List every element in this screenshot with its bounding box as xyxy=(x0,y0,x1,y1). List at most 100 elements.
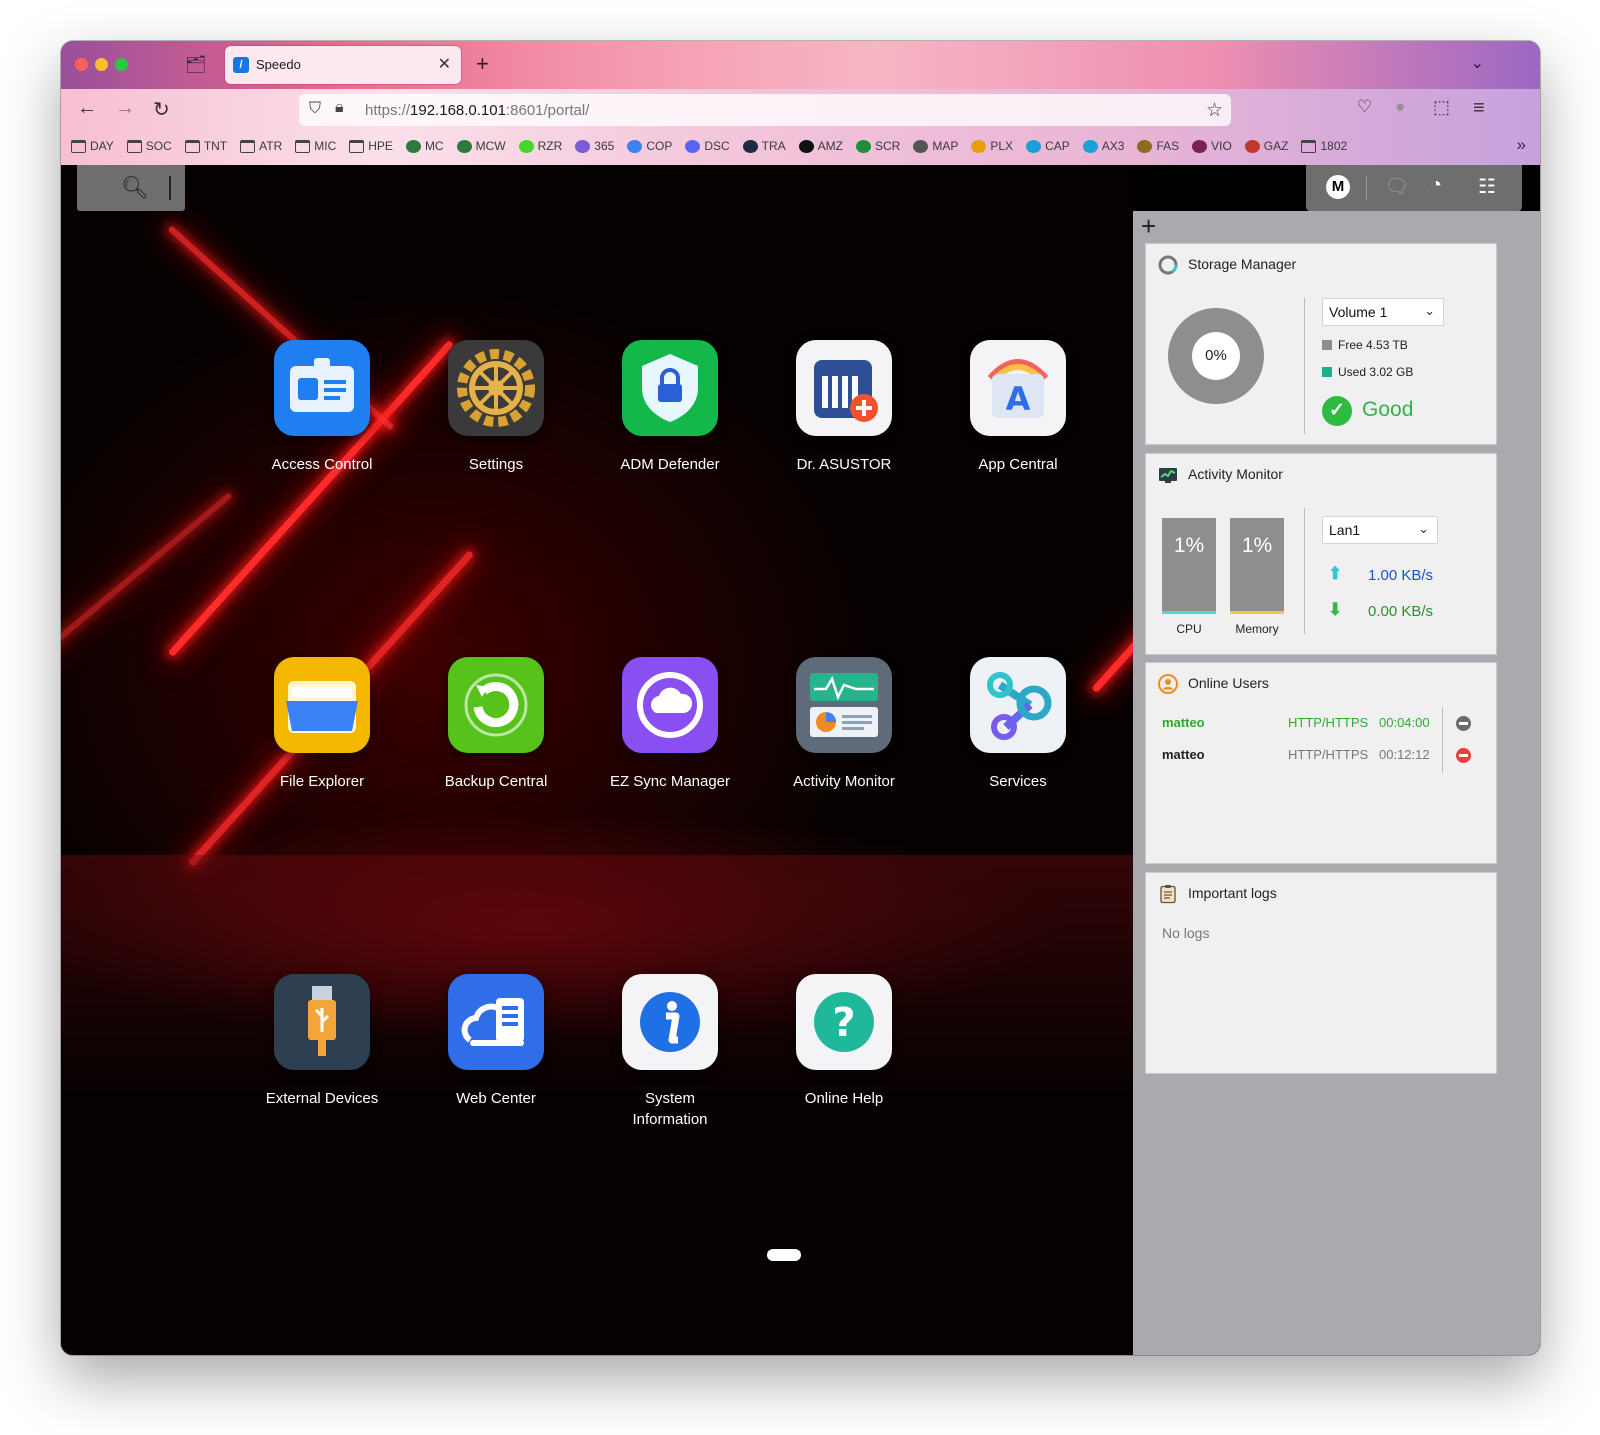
bookmark-plx[interactable]: PLX xyxy=(971,139,1013,153)
network-interface-value: Lan1 xyxy=(1329,522,1361,538)
folder-icon xyxy=(184,139,200,153)
new-tab-button[interactable]: + xyxy=(476,51,489,77)
online-user-row: matteo HTTP/HTTPS 00:04:00 xyxy=(1162,715,1442,735)
monitor-chart-icon[interactable] xyxy=(796,657,892,753)
gear-icon[interactable] xyxy=(448,340,544,436)
back-arrow-icon[interactable]: ← xyxy=(77,97,97,120)
reload-icon[interactable]: ↻ xyxy=(153,97,170,122)
bookmark-mcw[interactable]: MCW xyxy=(456,139,506,153)
bookmark-mc[interactable]: MC xyxy=(405,139,444,153)
app-services[interactable]: Services xyxy=(943,657,1093,792)
bookmark-label: HPE xyxy=(368,139,393,153)
widget-title: Important logs xyxy=(1188,885,1277,901)
bookmark-rzr[interactable]: RZR xyxy=(518,139,563,153)
bookmark-hpe[interactable]: HPE xyxy=(349,139,393,153)
important-logs-widget: Important logs No logs xyxy=(1145,872,1497,1074)
bookmark-label: CAP xyxy=(1045,139,1070,153)
bookmark-scr[interactable]: SCR xyxy=(856,139,900,153)
app-backup-central[interactable]: Backup Central xyxy=(421,657,571,792)
bookmark-fas[interactable]: FAS xyxy=(1137,139,1179,153)
page-indicator[interactable] xyxy=(767,1249,801,1261)
extension-brain-icon[interactable]: ● xyxy=(1395,97,1405,117)
bookmark-favicon-icon xyxy=(575,139,591,153)
id-card-icon[interactable] xyxy=(274,340,370,436)
bookmark-tnt[interactable]: TNT xyxy=(184,139,227,153)
widget-settings-icon[interactable]: ☷ xyxy=(1478,174,1496,199)
list-tabs-chevron-icon[interactable]: ⌄ xyxy=(1471,53,1484,73)
zoom-window-button[interactable] xyxy=(115,58,128,71)
app-access-control[interactable]: Access Control xyxy=(247,340,397,475)
app-adm-defender[interactable]: ADM Defender xyxy=(595,340,745,475)
disconnect-user-icon[interactable] xyxy=(1456,748,1471,763)
address-bar[interactable]: ⛉ 🔒︎ https://192.168.0.101:8601/portal/ … xyxy=(299,94,1231,126)
app-label: Dr. ASUSTOR xyxy=(796,456,892,473)
tracking-shield-icon[interactable]: ⛉ xyxy=(309,100,321,118)
message-icon[interactable]: 🗨︎ xyxy=(1384,174,1409,199)
url-text[interactable]: https://192.168.0.101:8601/portal/ xyxy=(365,102,589,119)
forward-arrow-icon[interactable]: → xyxy=(115,97,135,120)
app-store-icon[interactable]: A xyxy=(970,340,1066,436)
close-window-button[interactable] xyxy=(75,58,88,71)
disconnect-user-icon[interactable] xyxy=(1456,716,1471,731)
bookmark-label: RZR xyxy=(537,139,563,153)
cpu-usage-fill xyxy=(1162,611,1216,614)
bookmark-1802[interactable]: 1802 xyxy=(1301,139,1347,153)
app-label: Backup Central xyxy=(444,773,548,790)
bookmark-mic[interactable]: MIC xyxy=(295,139,336,153)
help-icon[interactable]: ? xyxy=(796,974,892,1070)
app-dr-asustor[interactable]: Dr. ASUSTOR xyxy=(769,340,919,475)
nas-medic-icon[interactable] xyxy=(796,340,892,436)
bookmark-amz[interactable]: AMZ xyxy=(798,139,843,153)
app-app-central[interactable]: A App Central xyxy=(943,340,1093,475)
minimize-window-button[interactable] xyxy=(95,58,108,71)
app-ez-sync-manager[interactable]: EZ Sync Manager xyxy=(595,657,745,792)
close-tab-icon[interactable]: ✕ xyxy=(438,54,451,74)
app-online-help[interactable]: ? Online Help xyxy=(769,974,919,1109)
cloud-sync-icon[interactable] xyxy=(622,657,718,753)
tab-manager-icon[interactable]: 🗂 xyxy=(185,55,207,75)
bookmark-cap[interactable]: CAP xyxy=(1026,139,1070,153)
bookmark-star-icon[interactable]: ☆ xyxy=(1206,99,1223,122)
app-activity-monitor[interactable]: Activity Monitor xyxy=(769,657,919,792)
lock-icon[interactable]: 🔒︎ xyxy=(335,99,344,117)
bookmark-map[interactable]: MAP xyxy=(913,139,958,153)
extensions-puzzle-icon[interactable]: ⬚ xyxy=(1433,97,1450,118)
menu-hamburger-icon[interactable]: ≡ xyxy=(1473,97,1485,120)
app-settings[interactable]: Settings xyxy=(421,340,571,475)
backup-icon[interactable] xyxy=(448,657,544,753)
services-icon[interactable] xyxy=(970,657,1066,753)
user-protocol: HTTP/HTTPS xyxy=(1288,715,1369,730)
bookmark-tra[interactable]: TRA xyxy=(742,139,786,153)
search-divider xyxy=(169,176,171,200)
add-widget-button[interactable]: + xyxy=(1141,211,1156,242)
network-interface-select[interactable]: Lan1 ⌄ xyxy=(1322,516,1438,544)
info-icon[interactable] xyxy=(622,974,718,1070)
bookmark-dsc[interactable]: DSC xyxy=(685,139,730,153)
pocket-icon[interactable]: ♡ xyxy=(1357,97,1372,117)
bookmark-soc[interactable]: SOC xyxy=(126,139,172,153)
folder-icon[interactable] xyxy=(274,657,370,753)
bookmark-vio[interactable]: VIO xyxy=(1192,139,1232,153)
bookmark-cop[interactable]: COP xyxy=(627,139,672,153)
bookmark-favicon-icon xyxy=(798,139,814,153)
search-icon[interactable]: 🔍︎ xyxy=(121,175,149,201)
tab-speedo[interactable]: / Speedo ✕ xyxy=(225,46,461,84)
volume-select[interactable]: Volume 1 ⌄ xyxy=(1322,298,1444,326)
app-file-explorer[interactable]: File Explorer xyxy=(247,657,397,792)
bookmark-365[interactable]: 365 xyxy=(575,139,614,153)
app-web-center[interactable]: Web Center xyxy=(421,974,571,1109)
usb-icon[interactable] xyxy=(274,974,370,1070)
bookmark-atr[interactable]: ATR xyxy=(240,139,282,153)
bookmark-ax3[interactable]: AX3 xyxy=(1082,139,1124,153)
shield-lock-icon[interactable] xyxy=(622,340,718,436)
search-box[interactable]: 🔍︎ xyxy=(77,165,185,211)
dashboard-gauge-icon[interactable]: ◔ xyxy=(1430,174,1442,197)
more-bookmarks-chevron-icon[interactable]: » xyxy=(1517,135,1526,155)
user-icon xyxy=(1158,674,1178,694)
bookmark-day[interactable]: DAY xyxy=(71,139,114,153)
user-avatar[interactable]: M xyxy=(1326,175,1350,199)
bookmark-gaz[interactable]: GAZ xyxy=(1244,139,1288,153)
web-server-icon[interactable] xyxy=(448,974,544,1070)
app-system-information[interactable]: System Information xyxy=(595,974,745,1130)
app-external-devices[interactable]: External Devices xyxy=(247,974,397,1109)
